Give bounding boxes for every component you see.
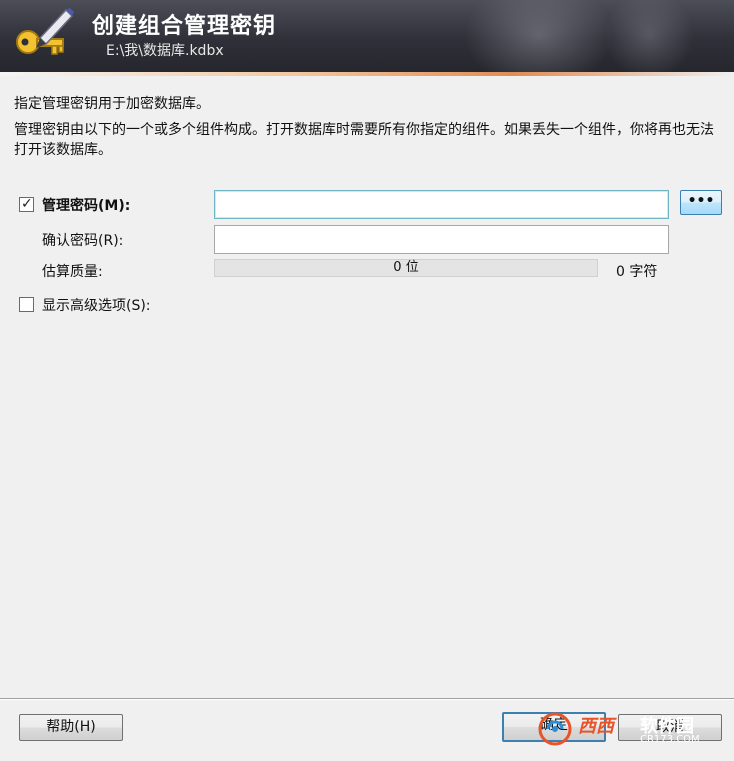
dialog-title: 创建组合管理密钥	[92, 14, 277, 39]
master-password-input[interactable]	[214, 190, 669, 219]
database-path: E:\我\数据库.kdbx	[106, 43, 224, 59]
watermark-domain: CR173.COM	[640, 734, 700, 745]
confirm-password-label: 确认密码(R):	[42, 233, 124, 249]
watermark-emblem-icon	[538, 712, 572, 746]
watermark-logo: 西西 软件园 CR173.COM	[538, 710, 728, 750]
intro-text: 指定管理密钥用于加密数据库。	[14, 96, 210, 112]
intro-description: 管理密钥由以下的一个或多个组件构成。打开数据库时需要所有你指定的组件。如果丢失一…	[14, 122, 714, 158]
banner-decoration	[604, 0, 694, 72]
header-banner: 创建组合管理密钥 E:\我\数据库.kdbx	[0, 0, 734, 72]
banner-decoration	[464, 0, 614, 72]
help-button[interactable]: 帮助(H)	[19, 714, 123, 741]
master-password-checkbox[interactable]: ✓	[19, 196, 34, 212]
checkmark-icon: ✓	[21, 196, 33, 212]
footer-divider-highlight	[0, 699, 734, 700]
watermark-brand-left: 西西	[578, 716, 614, 737]
master-password-label: 管理密码(M):	[42, 198, 131, 214]
key-and-pen-icon	[16, 8, 74, 55]
confirm-password-input[interactable]	[214, 225, 669, 254]
show-advanced-checkbox[interactable]	[19, 297, 34, 312]
quality-chars-text: 0 字符	[616, 264, 658, 280]
ellipsis-icon: •••	[687, 193, 715, 209]
banner-accent-stripe	[0, 72, 734, 76]
quality-progress-bar: 0 位	[214, 259, 598, 277]
quality-label: 估算质量:	[42, 264, 103, 280]
quality-bits-text: 0 位	[393, 260, 419, 275]
reveal-password-button[interactable]: •••	[680, 190, 722, 215]
show-advanced-label[interactable]: 显示高级选项(S):	[42, 295, 151, 315]
